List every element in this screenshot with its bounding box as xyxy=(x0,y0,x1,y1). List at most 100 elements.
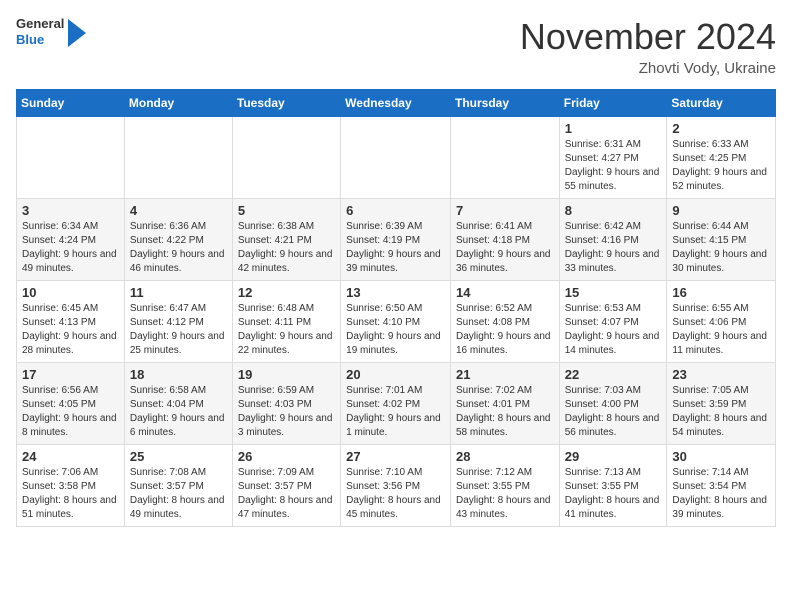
calendar-cell: 24 Sunrise: 7:06 AM Sunset: 3:58 PM Dayli… xyxy=(17,445,125,527)
calendar-cell: 17Sunrise: 6:56 AM Sunset: 4:05 PM Dayli… xyxy=(17,363,125,445)
day-info: Sunrise: 7:05 AM Sunset: 3:59 PM Dayligh… xyxy=(672,384,770,440)
calendar-cell: 20 Sunrise: 7:01 AM Sunset: 4:02 PM Dayli… xyxy=(341,363,451,445)
day-number: 22 xyxy=(565,367,662,382)
calendar-cell: 9Sunrise: 6:44 AM Sunset: 4:15 PM Daylig… xyxy=(667,199,776,281)
calendar-cell: 18 Sunrise: 6:58 AM Sunset: 4:04 PM Dayli… xyxy=(124,363,232,445)
day-number: 1 xyxy=(565,121,662,136)
calendar-week-row: 24 Sunrise: 7:06 AM Sunset: 3:58 PM Dayli… xyxy=(17,445,776,527)
calendar-cell: 22 Sunrise: 7:03 AM Sunset: 4:00 PM Dayli… xyxy=(559,363,667,445)
calendar-cell: 27 Sunrise: 7:10 AM Sunset: 3:56 PM Dayli… xyxy=(341,445,451,527)
logo-arrow-icon xyxy=(68,19,86,47)
day-info: Sunrise: 6:38 AM Sunset: 4:21 PM Dayligh… xyxy=(238,220,335,276)
day-number: 17 xyxy=(22,367,119,382)
day-number: 18 xyxy=(130,367,227,382)
day-number: 7 xyxy=(456,203,554,218)
calendar-table: SundayMondayTuesdayWednesdayThursdayFrid… xyxy=(16,89,776,527)
calendar-cell: 8 Sunrise: 6:42 AM Sunset: 4:16 PM Daylig… xyxy=(559,199,667,281)
day-number: 29 xyxy=(565,449,662,464)
day-number: 20 xyxy=(346,367,445,382)
calendar-cell: 10Sunrise: 6:45 AM Sunset: 4:13 PM Dayli… xyxy=(17,281,125,363)
calendar-cell: 5 Sunrise: 6:38 AM Sunset: 4:21 PM Daylig… xyxy=(232,199,340,281)
calendar-cell xyxy=(17,117,125,199)
calendar-cell: 28 Sunrise: 7:12 AM Sunset: 3:55 PM Dayli… xyxy=(450,445,559,527)
logo-general: General xyxy=(16,16,64,32)
title-area: November 2024 Zhovti Vody, Ukraine xyxy=(520,16,776,77)
day-info: Sunrise: 6:55 AM Sunset: 4:06 PM Dayligh… xyxy=(672,302,770,358)
calendar-cell: 23Sunrise: 7:05 AM Sunset: 3:59 PM Dayli… xyxy=(667,363,776,445)
header-sunday: Sunday xyxy=(17,90,125,117)
day-info: Sunrise: 7:03 AM Sunset: 4:00 PM Dayligh… xyxy=(565,384,662,440)
calendar-cell: 6Sunrise: 6:39 AM Sunset: 4:19 PM Daylig… xyxy=(341,199,451,281)
days-row: SundayMondayTuesdayWednesdayThursdayFrid… xyxy=(17,90,776,117)
day-number: 4 xyxy=(130,203,227,218)
day-number: 27 xyxy=(346,449,445,464)
day-number: 21 xyxy=(456,367,554,382)
day-info: Sunrise: 6:34 AM Sunset: 4:24 PM Dayligh… xyxy=(22,220,119,276)
day-info: Sunrise: 7:09 AM Sunset: 3:57 PM Dayligh… xyxy=(238,466,335,522)
day-number: 19 xyxy=(238,367,335,382)
calendar-cell: 19Sunrise: 6:59 AM Sunset: 4:03 PM Dayli… xyxy=(232,363,340,445)
day-info: Sunrise: 6:42 AM Sunset: 4:16 PM Dayligh… xyxy=(565,220,662,276)
day-info: Sunrise: 6:41 AM Sunset: 4:18 PM Dayligh… xyxy=(456,220,554,276)
day-info: Sunrise: 7:02 AM Sunset: 4:01 PM Dayligh… xyxy=(456,384,554,440)
header-monday: Monday xyxy=(124,90,232,117)
day-number: 25 xyxy=(130,449,227,464)
calendar-cell: 25Sunrise: 7:08 AM Sunset: 3:57 PM Dayli… xyxy=(124,445,232,527)
day-number: 11 xyxy=(130,285,227,300)
day-number: 24 xyxy=(22,449,119,464)
day-info: Sunrise: 6:52 AM Sunset: 4:08 PM Dayligh… xyxy=(456,302,554,358)
logo: General Blue xyxy=(16,16,86,47)
month-title: November 2024 xyxy=(520,16,776,58)
calendar-cell: 14 Sunrise: 6:52 AM Sunset: 4:08 PM Dayli… xyxy=(450,281,559,363)
day-number: 26 xyxy=(238,449,335,464)
calendar-header: SundayMondayTuesdayWednesdayThursdayFrid… xyxy=(17,90,776,117)
header-saturday: Saturday xyxy=(667,90,776,117)
day-number: 28 xyxy=(456,449,554,464)
day-info: Sunrise: 6:45 AM Sunset: 4:13 PM Dayligh… xyxy=(22,302,119,358)
calendar-body: 1 Sunrise: 6:31 AM Sunset: 4:27 PM Daylig… xyxy=(17,117,776,527)
calendar-cell xyxy=(232,117,340,199)
calendar-cell: 26 Sunrise: 7:09 AM Sunset: 3:57 PM Dayli… xyxy=(232,445,340,527)
day-info: Sunrise: 7:12 AM Sunset: 3:55 PM Dayligh… xyxy=(456,466,554,522)
calendar-cell xyxy=(341,117,451,199)
location: Zhovti Vody, Ukraine xyxy=(520,60,776,77)
calendar-cell: 2Sunrise: 6:33 AM Sunset: 4:25 PM Daylig… xyxy=(667,117,776,199)
calendar-cell: 29Sunrise: 7:13 AM Sunset: 3:55 PM Dayli… xyxy=(559,445,667,527)
day-info: Sunrise: 6:39 AM Sunset: 4:19 PM Dayligh… xyxy=(346,220,445,276)
calendar-cell: 30 Sunrise: 7:14 AM Sunset: 3:54 PM Dayli… xyxy=(667,445,776,527)
day-info: Sunrise: 6:58 AM Sunset: 4:04 PM Dayligh… xyxy=(130,384,227,440)
header-friday: Friday xyxy=(559,90,667,117)
day-info: Sunrise: 7:01 AM Sunset: 4:02 PM Dayligh… xyxy=(346,384,445,440)
day-info: Sunrise: 7:10 AM Sunset: 3:56 PM Dayligh… xyxy=(346,466,445,522)
day-number: 5 xyxy=(238,203,335,218)
day-number: 3 xyxy=(22,203,119,218)
calendar-week-row: 17Sunrise: 6:56 AM Sunset: 4:05 PM Dayli… xyxy=(17,363,776,445)
day-number: 14 xyxy=(456,285,554,300)
calendar-cell xyxy=(124,117,232,199)
calendar-cell: 3 Sunrise: 6:34 AM Sunset: 4:24 PM Daylig… xyxy=(17,199,125,281)
day-number: 30 xyxy=(672,449,770,464)
day-number: 13 xyxy=(346,285,445,300)
logo-blue: Blue xyxy=(16,32,64,48)
header-wednesday: Wednesday xyxy=(341,90,451,117)
logo-text: General Blue xyxy=(16,16,64,47)
calendar-cell: 16 Sunrise: 6:55 AM Sunset: 4:06 PM Dayli… xyxy=(667,281,776,363)
day-number: 8 xyxy=(565,203,662,218)
header-thursday: Thursday xyxy=(450,90,559,117)
day-info: Sunrise: 7:06 AM Sunset: 3:58 PM Dayligh… xyxy=(22,466,119,522)
calendar-cell: 21 Sunrise: 7:02 AM Sunset: 4:01 PM Dayli… xyxy=(450,363,559,445)
day-number: 15 xyxy=(565,285,662,300)
calendar-cell: 11Sunrise: 6:47 AM Sunset: 4:12 PM Dayli… xyxy=(124,281,232,363)
day-info: Sunrise: 6:36 AM Sunset: 4:22 PM Dayligh… xyxy=(130,220,227,276)
day-info: Sunrise: 6:31 AM Sunset: 4:27 PM Dayligh… xyxy=(565,138,662,194)
calendar-week-row: 1 Sunrise: 6:31 AM Sunset: 4:27 PM Daylig… xyxy=(17,117,776,199)
calendar-cell: 13Sunrise: 6:50 AM Sunset: 4:10 PM Dayli… xyxy=(341,281,451,363)
calendar-cell xyxy=(450,117,559,199)
calendar-cell: 1 Sunrise: 6:31 AM Sunset: 4:27 PM Daylig… xyxy=(559,117,667,199)
calendar-cell: 12Sunrise: 6:48 AM Sunset: 4:11 PM Dayli… xyxy=(232,281,340,363)
day-info: Sunrise: 7:14 AM Sunset: 3:54 PM Dayligh… xyxy=(672,466,770,522)
day-info: Sunrise: 6:44 AM Sunset: 4:15 PM Dayligh… xyxy=(672,220,770,276)
day-info: Sunrise: 6:48 AM Sunset: 4:11 PM Dayligh… xyxy=(238,302,335,358)
header-tuesday: Tuesday xyxy=(232,90,340,117)
day-number: 16 xyxy=(672,285,770,300)
